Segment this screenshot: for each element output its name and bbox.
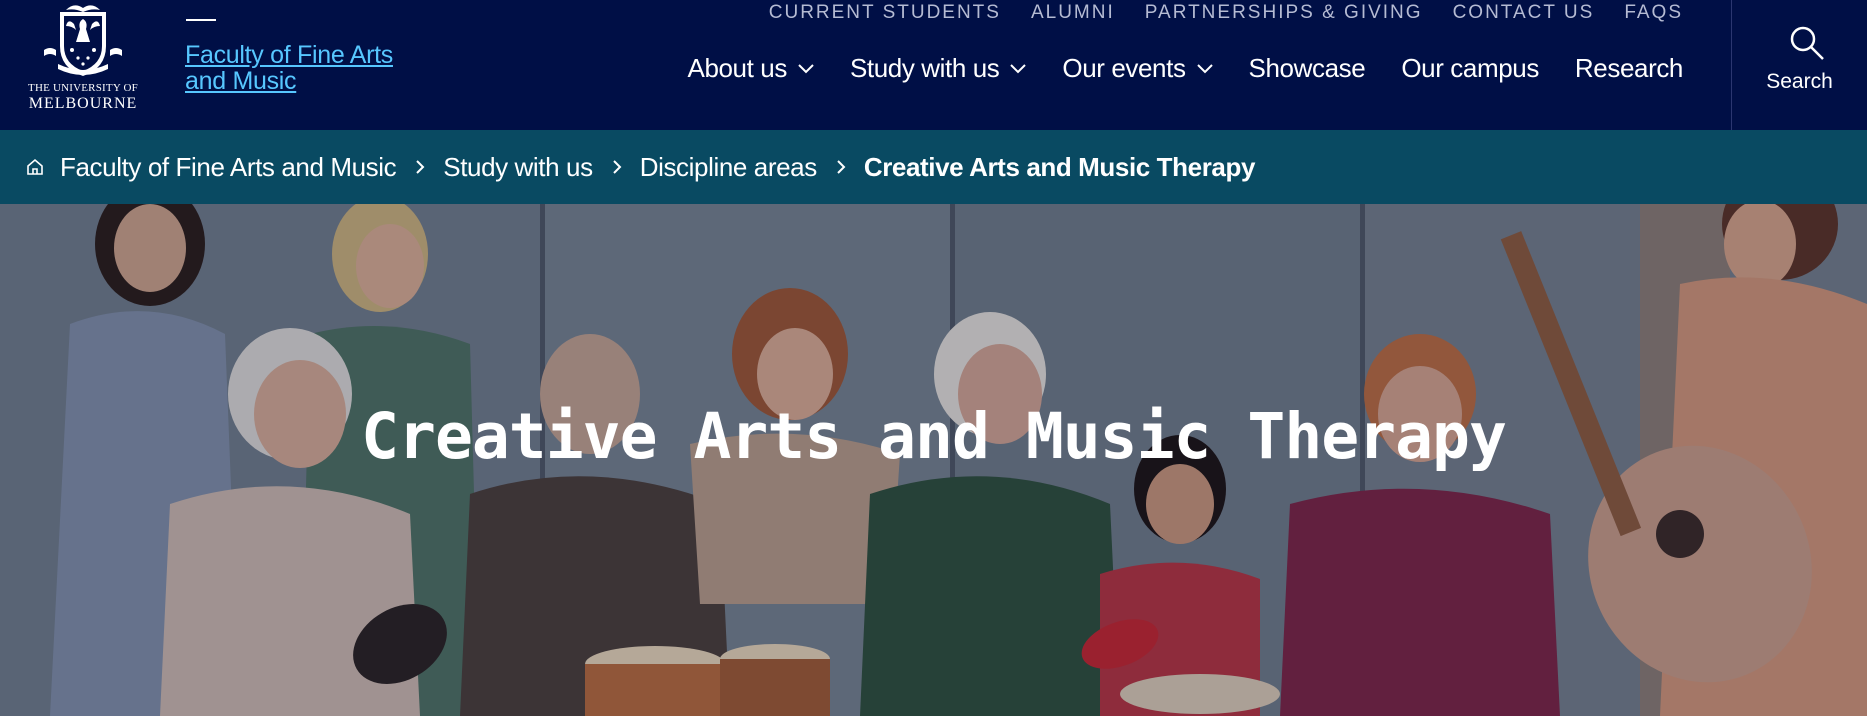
nav-item-our-campus[interactable]: Our campus — [1401, 53, 1539, 84]
nav-item-label: Showcase — [1248, 53, 1366, 83]
nav-item-our-events[interactable]: Our events — [1062, 53, 1213, 84]
search-icon — [1790, 26, 1824, 60]
nav-item-label: Our events — [1062, 53, 1186, 83]
home-icon[interactable] — [26, 158, 44, 176]
university-name-line2: MELBOURNE — [28, 95, 138, 112]
breadcrumb-faculty[interactable]: Faculty of Fine Arts and Music — [60, 152, 397, 183]
faculty-home-link[interactable]: Faculty of Fine Arts and Music — [185, 42, 425, 94]
chevron-right-icon — [612, 160, 622, 174]
chevron-down-icon — [1196, 63, 1213, 73]
nav-item-label: Research — [1574, 53, 1683, 83]
breadcrumb-discipline-areas[interactable]: Discipline areas — [640, 152, 818, 183]
main-nav: About us Study with us Our events Showca… — [688, 53, 1684, 84]
util-link-contact-us[interactable]: CONTACT US — [1453, 2, 1595, 24]
chevron-right-icon — [837, 160, 846, 174]
university-logo[interactable]: THE UNIVERSITY OF MELBOURNE — [26, 2, 140, 116]
nav-item-research[interactable]: Research — [1575, 53, 1683, 84]
util-link-alumni[interactable]: ALUMNI — [1031, 2, 1115, 24]
nav-item-label: Study with us — [849, 53, 1000, 83]
university-name-line1: THE UNIVERSITY OF — [28, 82, 138, 94]
chevron-down-icon — [1010, 63, 1027, 73]
nav-item-showcase[interactable]: Showcase — [1249, 53, 1366, 84]
breadcrumb: Faculty of Fine Arts and Music Study wit… — [0, 130, 1867, 204]
search-label: Search — [1766, 70, 1833, 93]
util-link-current-students[interactable]: CURRENT STUDENTS — [769, 2, 1001, 24]
nav-item-about-us[interactable]: About us — [688, 53, 814, 84]
search-button[interactable]: Search — [1731, 0, 1867, 130]
chevron-right-icon — [416, 160, 425, 174]
breadcrumb-study-with-us[interactable]: Study with us — [443, 152, 593, 183]
util-link-faqs[interactable]: FAQS — [1624, 2, 1683, 24]
breadcrumb-current: Creative Arts and Music Therapy — [863, 151, 1256, 182]
util-link-partnerships-giving[interactable]: PARTNERSHIPS & GIVING — [1145, 2, 1423, 24]
chevron-down-icon — [798, 63, 814, 73]
hero-banner: Creative Arts and Music Therapy — [0, 204, 1867, 716]
utility-nav: CURRENT STUDENTS ALUMNI PARTNERSHIPS & G… — [769, 2, 1683, 24]
site-header: THE UNIVERSITY OF MELBOURNE Faculty of F… — [0, 0, 1867, 130]
nav-item-study-with-us[interactable]: Study with us — [849, 53, 1027, 84]
nav-item-label: Our campus — [1401, 53, 1539, 83]
hero-title: Creative Arts and Music Therapy — [361, 400, 1507, 473]
faculty-title-dash — [186, 19, 216, 21]
nav-item-label: About us — [687, 53, 788, 83]
university-crest-icon — [44, 5, 122, 76]
